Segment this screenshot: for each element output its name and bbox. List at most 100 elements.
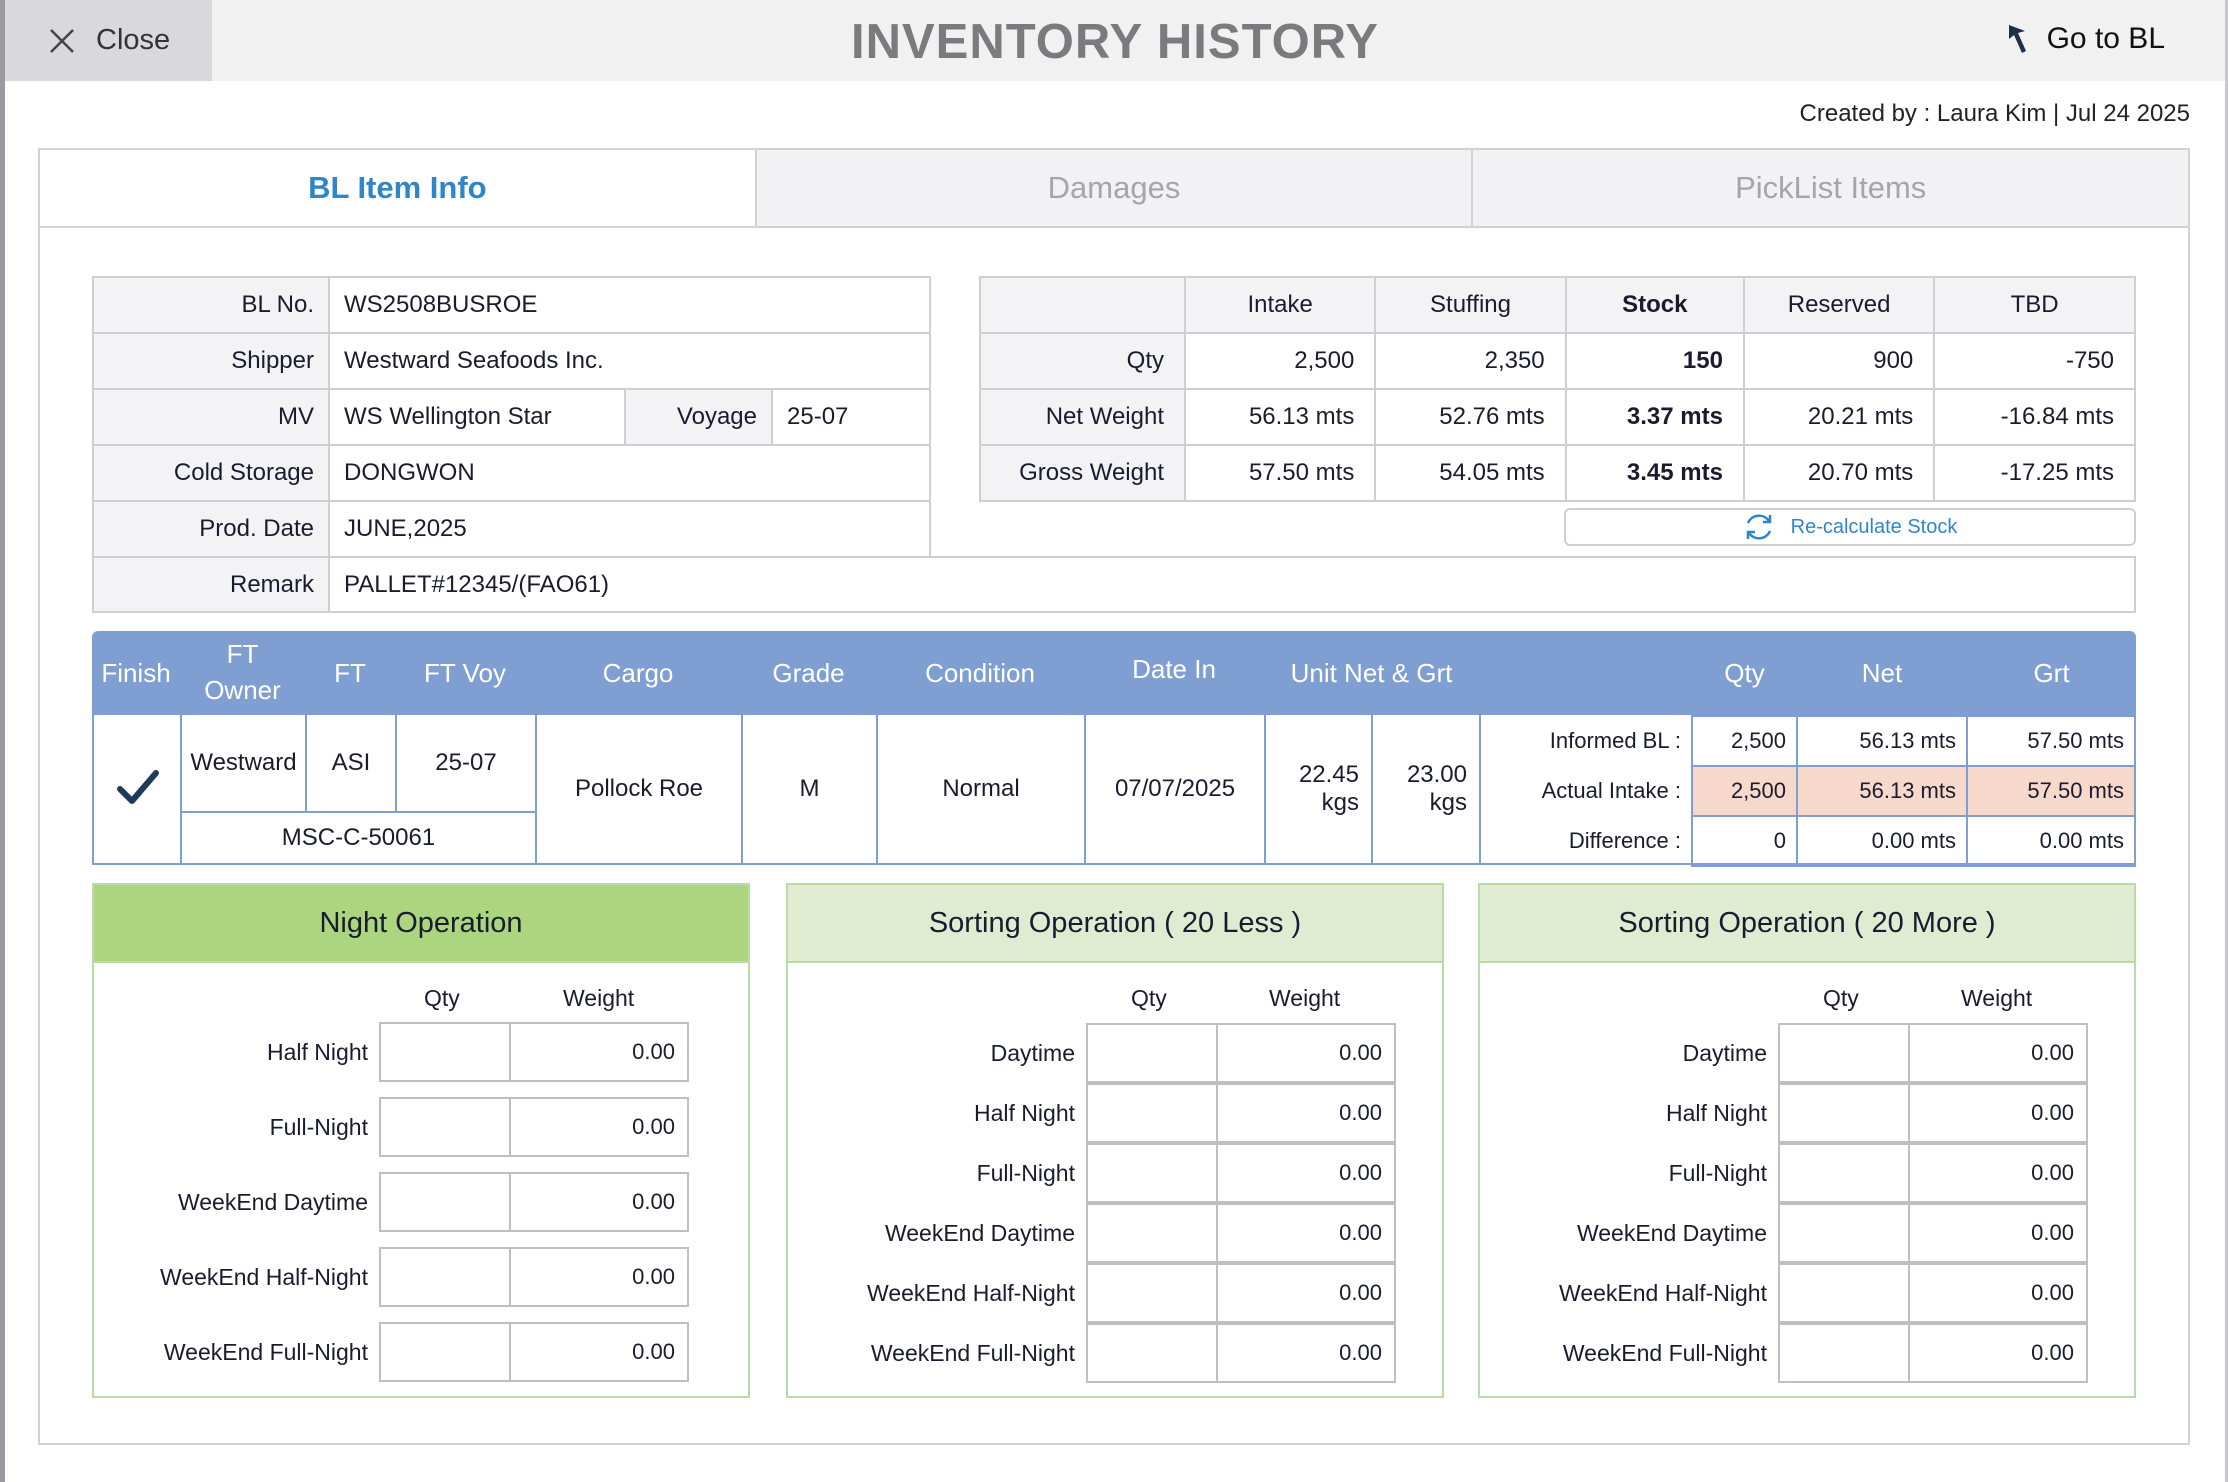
qty-input[interactable] [1086, 1323, 1218, 1383]
stock-col-header: Stuffing [1374, 276, 1567, 334]
prod-date-label: Prod. Date [92, 500, 330, 558]
panel-title: Night Operation [94, 885, 748, 963]
op-row: Full-Night 0.00 [94, 1097, 748, 1157]
weight-input[interactable]: 0.00 [1908, 1083, 2088, 1143]
weight-header: Weight [563, 985, 635, 1011]
qty-input[interactable] [1778, 1263, 1910, 1323]
tab-picklist-items[interactable]: PickList Items [1471, 150, 2189, 226]
unit-net-unit: kgs [1321, 789, 1359, 816]
weight-input[interactable]: 0.00 [509, 1322, 689, 1382]
qty-input[interactable] [1778, 1023, 1910, 1083]
qty-input[interactable] [1086, 1083, 1218, 1143]
stock-cell: 900 [1742, 332, 1936, 390]
finish-cell[interactable] [94, 715, 182, 863]
stock-cell: 150 [1564, 332, 1745, 390]
weight-input[interactable]: 0.00 [1216, 1143, 1396, 1203]
weight-input[interactable]: 0.00 [509, 1022, 689, 1082]
qty-input[interactable] [1086, 1263, 1218, 1323]
op-row: WeekEnd Daytime 0.00 [94, 1172, 748, 1232]
stock-cell: 57.50 mts [1183, 444, 1377, 502]
sorting-20-less-panel: Sorting Operation ( 20 Less ) Qty Weight… [786, 883, 1444, 1398]
stock-cell: -17.25 mts [1933, 444, 2136, 502]
qty-input[interactable] [1086, 1143, 1218, 1203]
cmp-row-label: Actual Intake : [1541, 778, 1681, 803]
op-row: Half Night 0.00 [1480, 1083, 2134, 1143]
col-ft-owner-line1: FT [226, 639, 259, 669]
qty-input[interactable] [379, 1247, 511, 1307]
op-row: Daytime 0.00 [788, 1023, 1442, 1083]
op-row: WeekEnd Full-Night 0.00 [94, 1322, 748, 1382]
weight-header: Weight [1269, 985, 1341, 1011]
dialog-header: Close INVENTORY HISTORY Go to BL [5, 0, 2225, 81]
weight-input[interactable]: 0.00 [1216, 1023, 1396, 1083]
cmp-net: 0.00 mts [1796, 815, 1968, 867]
qty-input[interactable] [1778, 1083, 1910, 1143]
tab-bl-item-info[interactable]: BL Item Info [40, 150, 755, 226]
weight-input[interactable]: 0.00 [1216, 1083, 1396, 1143]
weight-input[interactable]: 0.00 [1908, 1203, 2088, 1263]
unit-grt-cell: 23.00 kgs [1373, 715, 1481, 863]
qty-input[interactable] [379, 1022, 511, 1082]
weight-input[interactable]: 0.00 [1216, 1263, 1396, 1323]
qty-input[interactable] [379, 1322, 511, 1382]
cmp-row-label: Informed BL : [1549, 728, 1681, 753]
recalculate-label: Re-calculate Stock [1790, 515, 1958, 538]
col-net: Net [1861, 658, 1903, 688]
qty-input[interactable] [1778, 1203, 1910, 1263]
go-to-bl-label: Go to BL [2046, 22, 2165, 55]
weight-input[interactable]: 0.00 [509, 1172, 689, 1232]
col-qty: Qty [1724, 658, 1765, 688]
stock-row-label: Net Weight [979, 388, 1186, 446]
weight-input[interactable]: 0.00 [1216, 1323, 1396, 1383]
stock-corner [979, 276, 1186, 334]
stock-cell: 54.05 mts [1374, 444, 1567, 502]
op-row-label: Half Night [1666, 1099, 1767, 1126]
cmp-net: 56.13 mts [1796, 765, 1968, 817]
ft-cell: ASI [307, 715, 397, 813]
weight-input[interactable]: 0.00 [1908, 1263, 2088, 1323]
qty-input[interactable] [1778, 1323, 1910, 1383]
weight-input[interactable]: 0.00 [1908, 1323, 2088, 1383]
sorting-20-more-panel: Sorting Operation ( 20 More ) Qty Weight… [1478, 883, 2136, 1398]
op-row-label: WeekEnd Full-Night [163, 1338, 368, 1365]
op-row-label: WeekEnd Daytime [177, 1188, 368, 1215]
remark-row: Remark PALLET#12345/(FAO61) [92, 556, 2136, 613]
checkmark-icon [117, 770, 159, 804]
qty-input[interactable] [379, 1172, 511, 1232]
weight-input[interactable]: 0.00 [1908, 1143, 2088, 1203]
qty-input[interactable] [1086, 1023, 1218, 1083]
stock-col-header: Stock [1564, 276, 1745, 334]
container-cell: MSC-C-50061 [182, 813, 537, 863]
weight-input[interactable]: 0.00 [509, 1097, 689, 1157]
cold-storage-value: DONGWON [328, 444, 931, 502]
col-ft: FT [334, 658, 366, 688]
op-row: Daytime 0.00 [1480, 1023, 2134, 1083]
shipper-label: Shipper [92, 332, 330, 390]
recalculate-stock-button[interactable]: Re-calculate Stock [1564, 508, 2136, 546]
qty-input[interactable] [379, 1097, 511, 1157]
stock-col-header: Reserved [1742, 276, 1936, 334]
go-to-bl-button[interactable]: Go to BL [2005, 22, 2165, 56]
item-grid-header: Finish FT Owner FT FT Voy Cargo Grade Co… [92, 631, 2136, 715]
weight-input[interactable]: 0.00 [509, 1247, 689, 1307]
col-grade: Grade [772, 658, 845, 688]
main-panel: BL Item Info Damages PickList Items BL N… [38, 148, 2190, 1445]
col-condition: Condition [925, 658, 1035, 688]
qty-input[interactable] [1778, 1143, 1910, 1203]
op-row: WeekEnd Full-Night 0.00 [788, 1323, 1442, 1383]
op-row: WeekEnd Half-Night 0.00 [94, 1247, 748, 1307]
op-row-label: WeekEnd Daytime [884, 1219, 1075, 1246]
weight-input[interactable]: 0.00 [1216, 1203, 1396, 1263]
qty-header: Qty [424, 985, 460, 1011]
op-row-label: WeekEnd Full-Night [1562, 1339, 1767, 1366]
op-row: Half Night 0.00 [94, 1022, 748, 1082]
tab-damages[interactable]: Damages [754, 150, 1472, 226]
unit-grt-unit: kgs [1429, 789, 1467, 816]
op-row-label: Full-Night [269, 1113, 368, 1140]
op-row: WeekEnd Daytime 0.00 [1480, 1203, 2134, 1263]
weight-input[interactable]: 0.00 [1908, 1023, 2088, 1083]
qty-input[interactable] [1086, 1203, 1218, 1263]
op-row-label: WeekEnd Half-Night [1559, 1279, 1767, 1306]
stock-cell: -750 [1933, 332, 2136, 390]
panel-title: Sorting Operation ( 20 Less ) [788, 885, 1442, 963]
